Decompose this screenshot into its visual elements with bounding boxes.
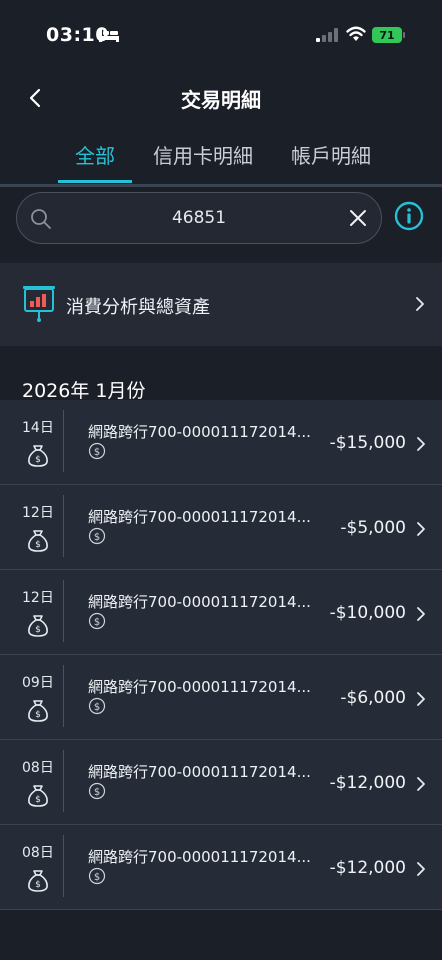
bed-icon <box>99 29 119 42</box>
svg-text:$: $ <box>94 872 100 883</box>
coin-icon: $ <box>88 782 106 800</box>
info-icon[interactable] <box>394 201 424 231</box>
transaction-description: 網路跨行700-000011172014... <box>88 593 311 611</box>
row-divider <box>63 665 64 727</box>
coin-icon: $ <box>88 612 106 630</box>
transaction-description: 網路跨行700-000011172014... <box>88 423 311 441</box>
transaction-list: 14日 $ 網路跨行700-000011172014... $ -$15,000… <box>0 400 442 910</box>
transaction-row[interactable]: 14日 $ 網路跨行700-000011172014... $ -$15,000 <box>0 400 442 485</box>
coin-icon: $ <box>88 442 106 460</box>
battery-level: 71 <box>379 28 395 42</box>
transaction-date: 09日 <box>22 675 54 691</box>
svg-text:$: $ <box>94 447 100 458</box>
tabs-divider <box>0 184 442 187</box>
transaction-amount: -$5,000 <box>340 518 406 538</box>
clear-search-icon[interactable] <box>347 207 369 229</box>
spending-analysis-card[interactable]: 消費分析與總資產 <box>0 263 442 346</box>
chevron-right-icon <box>417 437 425 451</box>
cellular-signal-icon <box>316 28 338 42</box>
svg-text:$: $ <box>35 455 41 465</box>
tab-account-details[interactable]: 帳戶明細 <box>286 140 376 169</box>
svg-text:$: $ <box>35 880 41 890</box>
transaction-amount: -$10,000 <box>329 603 406 623</box>
money-bag-icon: $ <box>28 700 48 722</box>
search-box[interactable]: 46851 <box>16 192 382 244</box>
chevron-right-icon <box>417 522 425 536</box>
svg-text:$: $ <box>94 532 100 543</box>
transaction-row[interactable]: 08日 $ 網路跨行700-000011172014... $ -$12,000 <box>0 740 442 825</box>
svg-text:$: $ <box>94 617 100 628</box>
transaction-description: 網路跨行700-000011172014... <box>88 678 311 696</box>
active-tab-indicator <box>58 180 132 183</box>
transaction-date: 12日 <box>22 590 54 606</box>
month-header: 2026年 1月份 <box>22 380 146 402</box>
row-divider <box>63 410 64 472</box>
spending-analysis-label: 消費分析與總資產 <box>66 297 210 318</box>
chevron-right-icon <box>417 862 425 876</box>
search-icon <box>31 209 51 229</box>
svg-text:$: $ <box>94 702 100 713</box>
nav-bar: 交易明細 <box>0 70 442 122</box>
row-divider <box>63 495 64 557</box>
battery-tip <box>403 32 405 38</box>
money-bag-icon: $ <box>28 785 48 807</box>
tab-credit-card-details[interactable]: 信用卡明細 <box>150 140 256 169</box>
money-bag-icon: $ <box>28 445 48 467</box>
transaction-row[interactable]: 09日 $ 網路跨行700-000011172014... $ -$6,000 <box>0 655 442 740</box>
transaction-row[interactable]: 12日 $ 網路跨行700-000011172014... $ -$10,000 <box>0 570 442 655</box>
transaction-amount: -$12,000 <box>329 773 406 793</box>
coin-icon: $ <box>88 527 106 545</box>
svg-text:$: $ <box>94 787 100 798</box>
money-bag-icon: $ <box>28 870 48 892</box>
search-input[interactable] <box>61 201 333 237</box>
transaction-date: 08日 <box>22 845 54 861</box>
transaction-description: 網路跨行700-000011172014... <box>88 848 311 866</box>
page-title: 交易明細 <box>181 88 261 112</box>
row-divider <box>63 750 64 812</box>
transaction-amount: -$6,000 <box>340 688 406 708</box>
row-divider <box>63 580 64 642</box>
transaction-description: 網路跨行700-000011172014... <box>88 508 311 526</box>
chevron-right-icon <box>417 692 425 706</box>
presentation-chart-icon <box>23 286 55 322</box>
transaction-amount: -$12,000 <box>329 858 406 878</box>
coin-icon: $ <box>88 867 106 885</box>
search-row: 46851 <box>0 188 442 252</box>
chevron-right-icon <box>417 777 425 791</box>
money-bag-icon: $ <box>28 615 48 637</box>
money-bag-icon: $ <box>28 530 48 552</box>
svg-text:$: $ <box>35 540 41 550</box>
transaction-amount: -$15,000 <box>329 433 406 453</box>
coin-icon: $ <box>88 697 106 715</box>
battery-indicator: 71 <box>372 27 402 43</box>
row-divider <box>63 835 64 897</box>
transaction-description: 網路跨行700-000011172014... <box>88 763 311 781</box>
tab-bar: 全部 信用卡明細 帳戶明細 <box>0 128 442 186</box>
chevron-right-icon <box>416 297 424 311</box>
svg-text:$: $ <box>35 625 41 635</box>
wifi-icon <box>346 26 366 41</box>
transaction-date: 12日 <box>22 505 54 521</box>
svg-text:$: $ <box>35 795 41 805</box>
status-bar: 03:10 71 <box>0 0 442 70</box>
transaction-row[interactable]: 12日 $ 網路跨行700-000011172014... $ -$5,000 <box>0 485 442 570</box>
transaction-date: 14日 <box>22 420 54 436</box>
chevron-right-icon <box>417 607 425 621</box>
transaction-date: 08日 <box>22 760 54 776</box>
tab-all[interactable]: 全部 <box>58 140 132 169</box>
svg-text:$: $ <box>35 710 41 720</box>
transaction-row[interactable]: 08日 $ 網路跨行700-000011172014... $ -$12,000 <box>0 825 442 910</box>
